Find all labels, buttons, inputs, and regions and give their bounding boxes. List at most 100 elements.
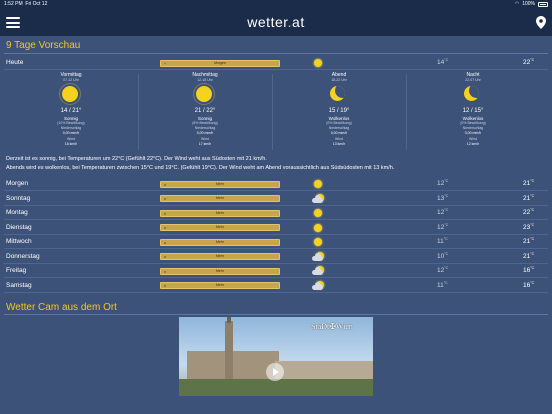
partly-cloudy-icon xyxy=(312,251,324,262)
webcam-image[interactable]: StaDt✠Wien xyxy=(179,317,373,396)
forecast-section-title: 9 Tage Vorschau xyxy=(6,40,81,51)
temp-min: 14°C xyxy=(437,58,449,66)
expand-bar[interactable]: v Mehr xyxy=(160,238,280,246)
partly-cloudy-icon xyxy=(312,193,324,204)
chevron-down-icon: v xyxy=(164,210,166,216)
forecast-row[interactable]: Mittwoch v Mehr 11°C 21°C xyxy=(4,235,548,249)
period-cloud-cover: (0% Bewölkung) xyxy=(460,121,486,125)
precip-label: Niederschlag xyxy=(60,126,82,130)
period-cloud-cover: (8% Bewölkung) xyxy=(192,121,218,125)
chevron-down-icon: v xyxy=(164,268,166,274)
chevron-down-icon: v xyxy=(164,254,166,259)
period-temps: 15 / 19° xyxy=(328,108,350,114)
moon-icon xyxy=(464,86,479,101)
forecast-row[interactable]: Samstag v Mehr 11°C 16°C xyxy=(4,279,548,293)
chevron-down-icon: v xyxy=(164,239,166,245)
expand-bar[interactable]: v Mehr xyxy=(160,224,280,231)
expand-bar[interactable]: v Mehr xyxy=(160,180,280,188)
precip-value: 0,00 mm/h xyxy=(464,131,482,135)
description-line: Derzeit ist es sonnig, bei Temperaturen … xyxy=(6,156,267,162)
column-divider xyxy=(138,74,139,150)
forecast-row[interactable]: Dienstag v Mehr 12°C 23°C xyxy=(4,221,548,235)
expand-bar[interactable]: v Mehr xyxy=(160,253,280,260)
temp-max: 21°C xyxy=(523,251,535,260)
wind-value: 12 km/h xyxy=(466,142,480,146)
expand-bar[interactable]: v Mehr xyxy=(160,282,280,289)
expand-bar[interactable]: v Mehr xyxy=(160,209,280,217)
column-divider xyxy=(272,74,273,150)
temp-min: 13°C xyxy=(437,193,449,202)
nav-bar: wetter.at xyxy=(0,9,552,36)
temp-min: 10°C xyxy=(437,251,449,260)
period-temps: 21 / 22° xyxy=(194,108,216,114)
sun-icon xyxy=(312,179,324,189)
app-logo: wetter.at xyxy=(247,14,305,30)
chevron-down-icon: v xyxy=(164,196,166,201)
period-column: Nacht 22-07 Uhr 12 / 15° Wolkenlos (0% B… xyxy=(406,70,540,152)
period-time: 12-18 Uhr xyxy=(197,78,213,82)
day-label: Morgen xyxy=(6,180,29,187)
precip-value: 0,00 mm/h xyxy=(196,131,214,135)
temp-max: 21°C xyxy=(523,193,535,202)
period-column: Nachmittag 12-18 Uhr 21 / 22° Sonnig (8%… xyxy=(138,70,272,152)
day-label: Samstag xyxy=(6,281,32,289)
wind-value: 16 km/h xyxy=(64,142,78,146)
wind-value: 17 km/h xyxy=(198,142,212,146)
day-label: Mittwoch xyxy=(6,238,32,245)
period-time: 22-07 Uhr xyxy=(465,78,481,82)
chevron-down-icon: v xyxy=(164,225,166,230)
status-indicators: ◠ 100% xyxy=(515,0,548,9)
day-label: Montag xyxy=(6,209,28,216)
precip-value: 0,00 mm/h xyxy=(330,131,348,135)
wifi-icon: ◠ xyxy=(514,1,520,7)
temp-max: 23°C xyxy=(523,222,535,231)
wind-label: Wind xyxy=(469,137,477,141)
period-column: Vormittag 07-12 Uhr 14 / 21° Sonnig (10%… xyxy=(4,70,138,152)
partly-cloudy-icon xyxy=(312,266,324,276)
period-column: Abend 18-22 Uhr 15 / 19° Wolkenlos (0% B… xyxy=(272,70,406,152)
expand-bar[interactable]: v Mehr xyxy=(160,267,280,275)
day-label: Freitag xyxy=(6,267,27,274)
period-time: 18-22 Uhr xyxy=(331,78,347,82)
sun-icon xyxy=(312,58,324,68)
temp-max: 16°C xyxy=(523,280,535,289)
sun-icon xyxy=(312,208,324,218)
expand-bar[interactable]: v Mehr xyxy=(160,195,280,202)
column-divider xyxy=(406,74,407,150)
forecast-row[interactable]: Sonntag v Mehr 13°C 21°C xyxy=(4,192,548,206)
sun-icon xyxy=(196,86,212,102)
temp-min: 11°C xyxy=(437,280,448,289)
day-label: Donnerstag xyxy=(6,252,40,260)
forecast-row[interactable]: Montag v Mehr 12°C 22°C xyxy=(4,206,548,220)
partly-cloudy-icon xyxy=(312,280,324,291)
period-cloud-cover: (10% Bewölkung) xyxy=(57,121,85,125)
description-line: Abends wird es wolkenlos, bei Temperatur… xyxy=(6,165,395,171)
period-cloud-cover: (0% Bewölkung) xyxy=(326,121,352,125)
moon-icon xyxy=(330,86,345,101)
forecast-row[interactable]: Freitag v Mehr 12°C 16°C xyxy=(4,264,548,278)
chevron-down-icon: v xyxy=(164,283,166,288)
precip-value: 0,00 mm/h xyxy=(62,131,80,135)
location-pin-icon[interactable] xyxy=(536,16,546,29)
sun-icon xyxy=(312,223,324,233)
expand-bar[interactable]: ^ Morgen xyxy=(160,59,280,67)
weather-description: Derzeit ist es sonnig, bei Temperaturen … xyxy=(6,155,546,173)
today-detail-panel: Vormittag 07-12 Uhr 14 / 21° Sonnig (10%… xyxy=(4,70,548,152)
period-temps: 14 / 21° xyxy=(60,108,82,114)
forecast-row-today[interactable]: Heute ^ Morgen 14°C 22°C xyxy=(4,56,548,70)
forecast-row[interactable]: Morgen v Mehr 12°C 21°C xyxy=(4,177,548,191)
play-icon[interactable] xyxy=(266,363,284,381)
temp-min: 12°C xyxy=(437,222,449,231)
divider xyxy=(4,314,548,315)
temp-min: 12°C xyxy=(437,266,449,274)
webcam-section-title: Wetter Cam aus dem Ort xyxy=(6,302,117,313)
wind-label: Wind xyxy=(67,137,75,141)
temp-max: 21°C xyxy=(523,237,535,245)
chevron-down-icon: v xyxy=(164,181,166,187)
battery-icon xyxy=(538,2,548,7)
forecast-row[interactable]: Donnerstag v Mehr 10°C 21°C xyxy=(4,250,548,264)
wind-label: Wind xyxy=(335,137,343,141)
period-time: 07-12 Uhr xyxy=(63,78,79,82)
day-label: Heute xyxy=(6,59,24,66)
wind-value: 13 km/h xyxy=(332,142,346,146)
